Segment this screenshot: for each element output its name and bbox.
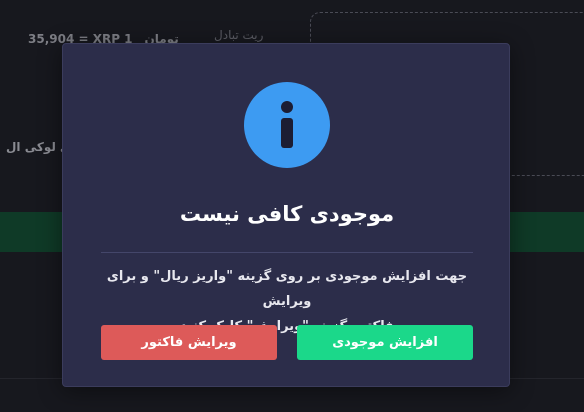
edit-invoice-button[interactable]: ویرایش فاکتور xyxy=(101,325,277,360)
modal-divider xyxy=(101,252,473,253)
increase-balance-button[interactable]: افزایش موجودی xyxy=(297,325,473,360)
modal-title: موجودی کافی نیست xyxy=(179,202,395,226)
modal-message-line-1: جهت افزایش موجودی بر روی گزینه "واریز ری… xyxy=(106,269,468,309)
info-icon xyxy=(244,82,330,168)
insufficient-balance-modal: موجودی کافی نیست جهت افزایش موجودی بر رو… xyxy=(62,43,510,387)
info-icon-glyph xyxy=(281,101,293,148)
exchange-rate-label: ریت تبادل xyxy=(214,28,264,42)
